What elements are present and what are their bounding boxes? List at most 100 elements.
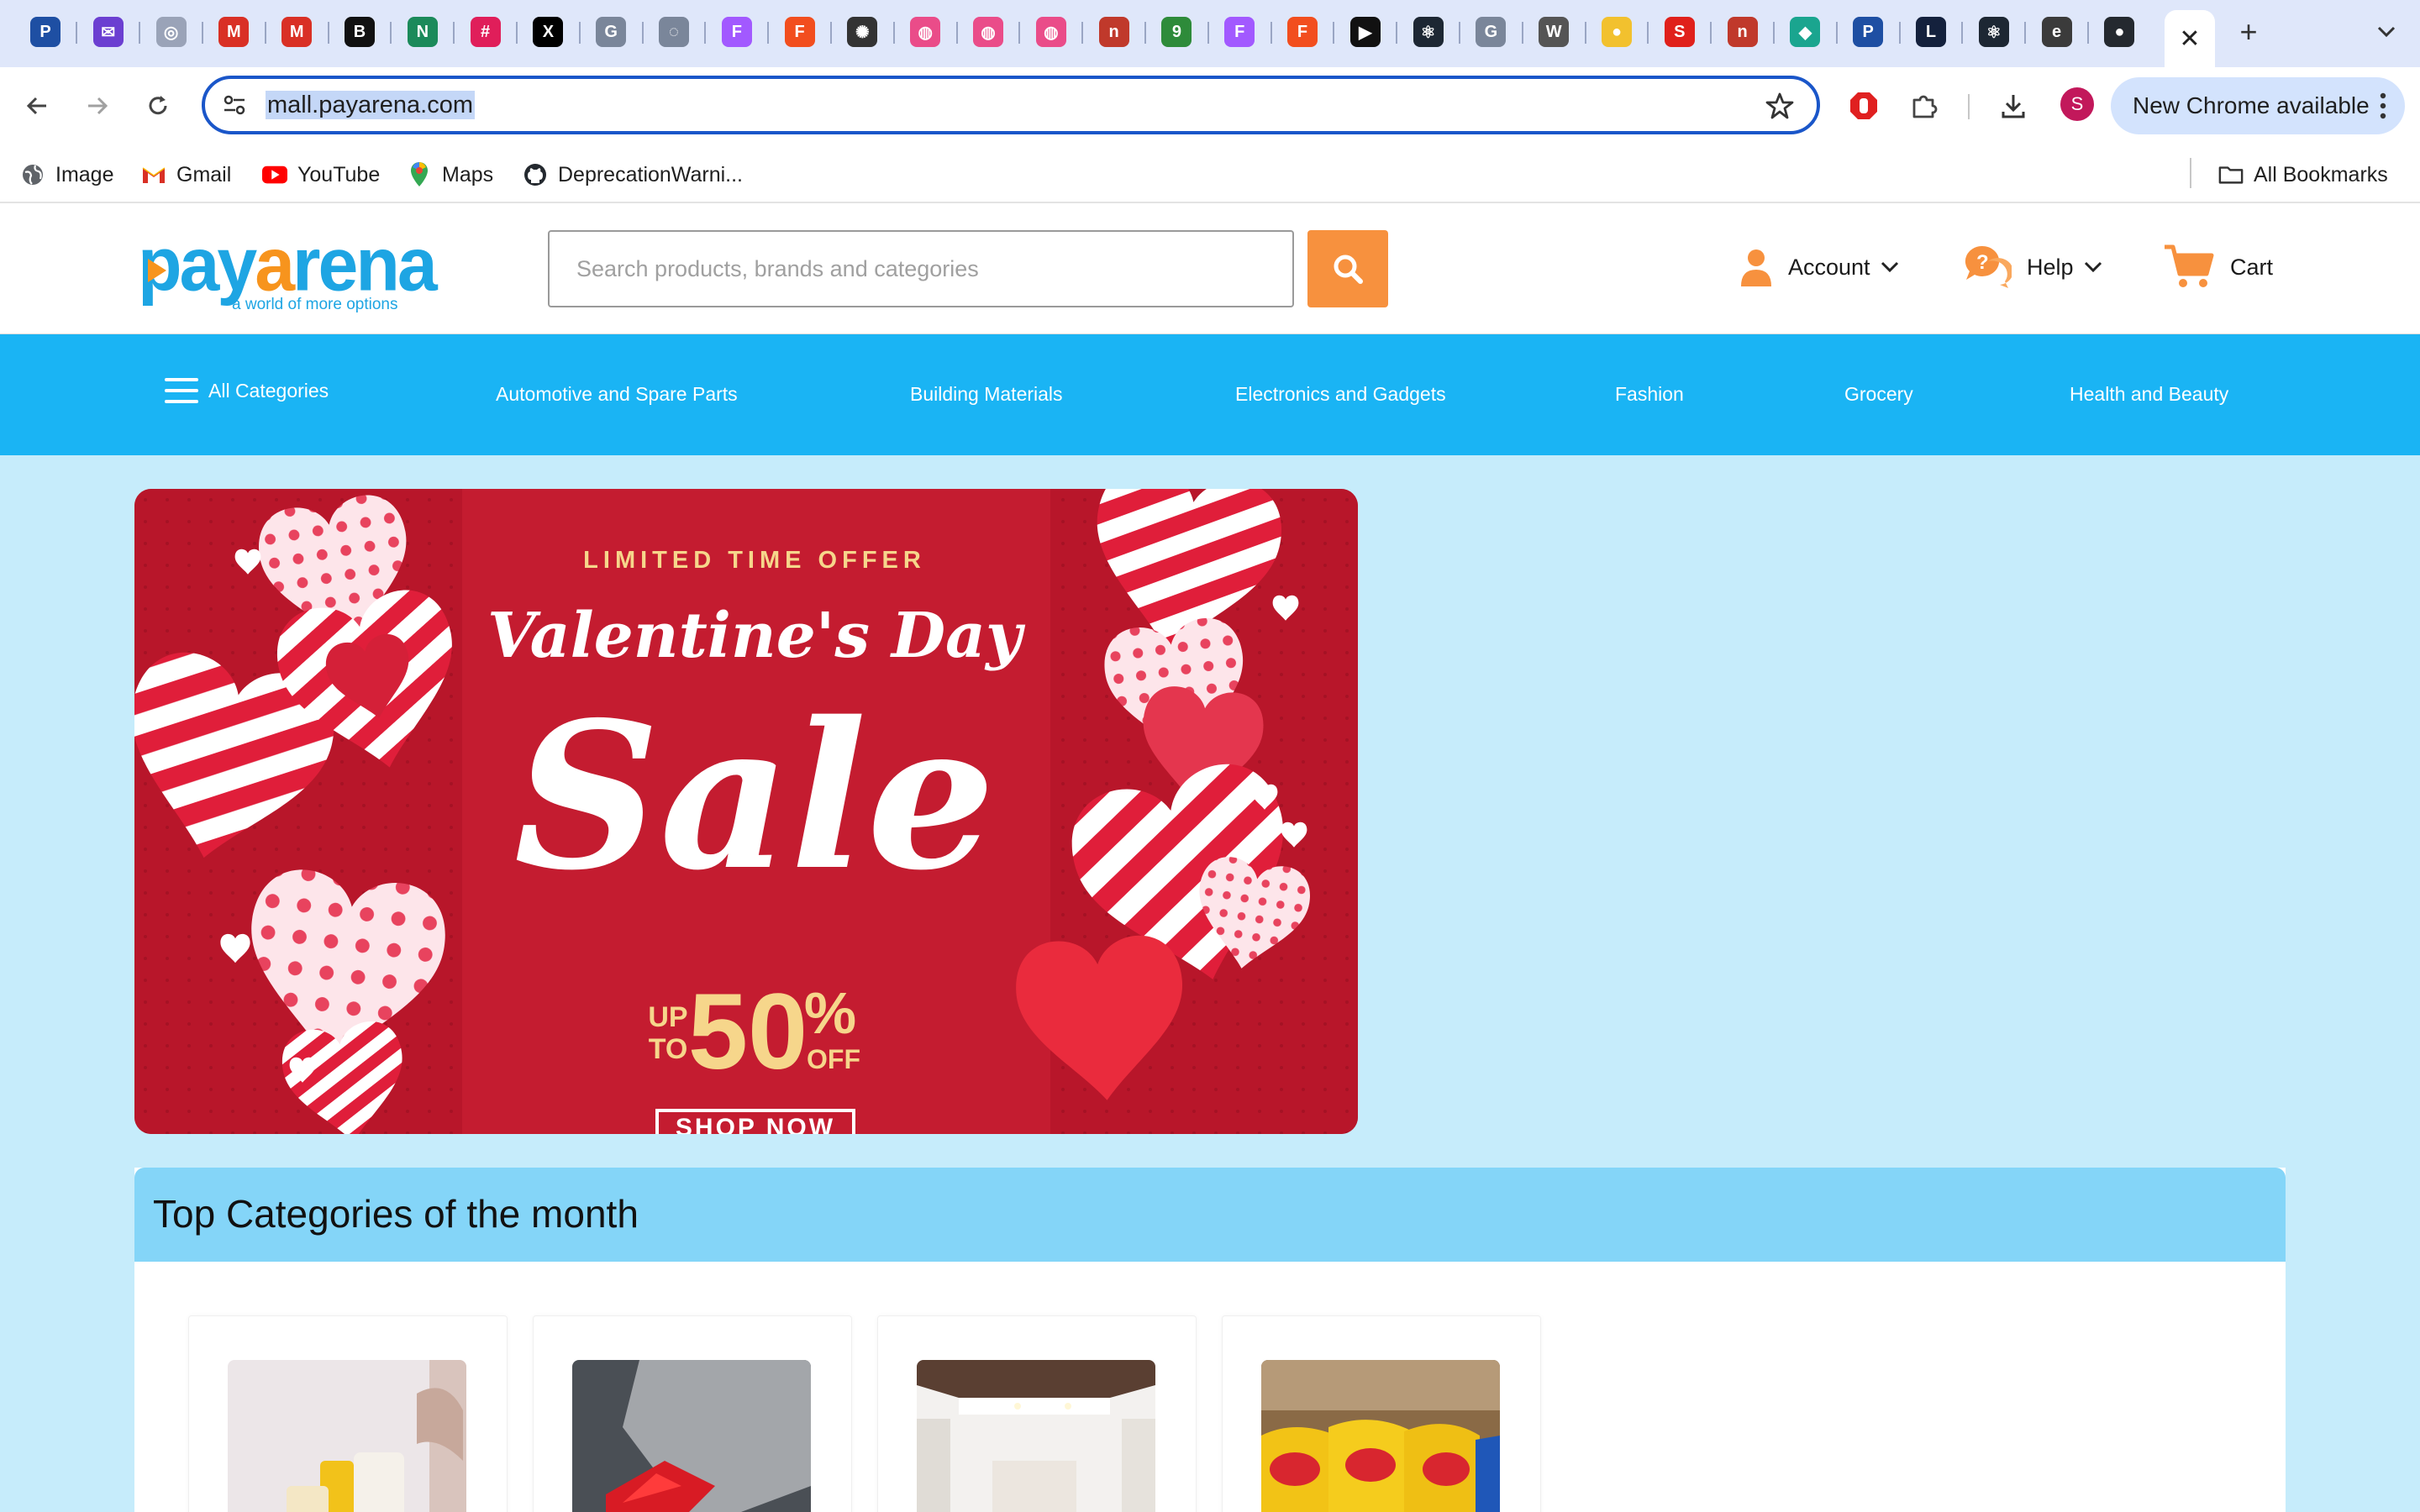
tab-search-button[interactable] bbox=[2370, 15, 2403, 49]
tab-separator bbox=[390, 22, 392, 44]
youtube-icon bbox=[262, 162, 287, 187]
bookmark-gmail[interactable]: Gmail bbox=[141, 160, 231, 190]
bank-icon[interactable]: ● bbox=[1602, 17, 1632, 47]
banner-percent-sign: % bbox=[804, 980, 856, 1046]
nav-health-beauty[interactable]: Health and Beauty bbox=[2070, 383, 2228, 406]
b-icon[interactable]: B bbox=[345, 17, 375, 47]
all-categories-button[interactable]: All Categories bbox=[165, 378, 329, 403]
diamond-icon[interactable]: ◆ bbox=[1790, 17, 1821, 47]
tab-separator bbox=[453, 22, 455, 44]
nav-automotive[interactable]: Automotive and Spare Parts bbox=[496, 383, 738, 406]
extensions-button[interactable] bbox=[1904, 86, 1944, 126]
active-tab[interactable]: ✕ bbox=[2165, 10, 2215, 67]
wikipedia-icon[interactable]: W bbox=[1539, 17, 1570, 47]
n-icon[interactable]: n bbox=[1098, 17, 1129, 47]
close-tab-icon[interactable]: ✕ bbox=[2179, 24, 2200, 54]
dribbble-icon[interactable]: ◍ bbox=[1035, 17, 1066, 47]
cart-link[interactable]: Cart bbox=[2163, 240, 2273, 294]
gmail-icon[interactable]: M bbox=[281, 17, 313, 47]
downloads-button[interactable] bbox=[1993, 86, 2033, 126]
payarena-icon[interactable]: P bbox=[30, 17, 60, 47]
bookmark-maps[interactable]: Maps bbox=[407, 160, 493, 190]
url-text[interactable]: mall.payarena.com bbox=[266, 91, 475, 119]
banner-percent-value: 50 bbox=[688, 972, 808, 1092]
e-icon[interactable]: e bbox=[2041, 17, 2072, 47]
nav-grocery[interactable]: Grocery bbox=[1844, 383, 1913, 406]
category-card[interactable] bbox=[533, 1315, 852, 1512]
category-card[interactable] bbox=[1222, 1315, 1541, 1512]
profile-avatar[interactable]: S bbox=[2060, 87, 2094, 121]
toolbar-divider bbox=[1968, 94, 1970, 119]
chrome-icon[interactable]: ◎ bbox=[155, 17, 187, 47]
address-bar[interactable]: mall.payarena.com bbox=[202, 76, 1820, 134]
adblock-extension-button[interactable] bbox=[1844, 86, 1884, 126]
9ja-icon[interactable]: 9 bbox=[1161, 17, 1192, 47]
payarena-logo[interactable]: payarena a world of more options bbox=[138, 227, 438, 313]
hamburger-icon bbox=[165, 378, 198, 403]
site-info-icon[interactable] bbox=[222, 92, 247, 118]
figma-icon[interactable]: F bbox=[1287, 17, 1318, 47]
tab-separator bbox=[830, 22, 832, 44]
search-input[interactable] bbox=[550, 232, 1292, 306]
n-icon[interactable]: n bbox=[1727, 17, 1758, 47]
globe-icon bbox=[20, 162, 45, 187]
help-label: Help bbox=[2027, 254, 2074, 280]
gmail-icon[interactable]: M bbox=[218, 17, 250, 47]
tab-separator bbox=[1018, 22, 1021, 44]
help-menu[interactable]: ? Help bbox=[1963, 240, 2102, 294]
bookmark-deprecation[interactable]: DeprecationWarni... bbox=[523, 160, 743, 190]
tab-separator bbox=[955, 22, 958, 44]
mail-icon[interactable]: ✉ bbox=[92, 17, 124, 47]
banner-to-text: TO bbox=[649, 1033, 688, 1065]
category-card[interactable] bbox=[188, 1315, 508, 1512]
new-tab-button[interactable]: + bbox=[2232, 15, 2265, 49]
help-chat-icon: ? bbox=[1963, 244, 2012, 290]
dribbble-icon[interactable]: ◍ bbox=[973, 17, 1003, 47]
n-icon[interactable]: N bbox=[407, 17, 438, 47]
figma-icon[interactable]: F bbox=[1224, 17, 1255, 47]
github-icon[interactable]: ● bbox=[2104, 17, 2135, 47]
site-icon[interactable]: ◌ bbox=[659, 17, 689, 47]
google-icon[interactable]: G bbox=[596, 17, 627, 47]
snacks-chips-photo bbox=[1261, 1360, 1500, 1512]
category-card[interactable] bbox=[877, 1315, 1197, 1512]
nav-fashion[interactable]: Fashion bbox=[1615, 383, 1684, 406]
payarena-icon[interactable]: P bbox=[1853, 17, 1884, 47]
react-icon[interactable]: ⚛ bbox=[1413, 17, 1444, 47]
figma-icon[interactable]: F bbox=[784, 17, 815, 47]
openai-icon[interactable]: ✺ bbox=[847, 17, 878, 47]
search-button[interactable] bbox=[1307, 230, 1388, 307]
interior-room-photo bbox=[917, 1360, 1155, 1512]
slack-icon[interactable]: # bbox=[470, 17, 501, 47]
tab-separator bbox=[139, 22, 141, 44]
tab-separator bbox=[767, 22, 770, 44]
tab-separator bbox=[704, 22, 707, 44]
nav-electronics[interactable]: Electronics and Gadgets bbox=[1235, 383, 1446, 406]
nav-building-materials[interactable]: Building Materials bbox=[910, 383, 1063, 406]
tab-separator bbox=[1081, 22, 1084, 44]
forward-button[interactable] bbox=[77, 86, 118, 126]
bookmark-image[interactable]: Image bbox=[20, 160, 113, 190]
play-icon[interactable]: ▶ bbox=[1349, 17, 1381, 47]
puzzle-icon bbox=[1912, 95, 1938, 118]
chrome-update-button[interactable]: New Chrome available bbox=[2111, 77, 2405, 134]
logo-wordmark: payarena bbox=[138, 222, 438, 307]
dribbble-icon[interactable]: ◍ bbox=[910, 17, 941, 47]
s-icon[interactable]: S bbox=[1664, 17, 1695, 47]
bookmark-youtube[interactable]: YouTube bbox=[262, 160, 380, 190]
reload-button[interactable] bbox=[138, 86, 178, 126]
figma-icon[interactable]: F bbox=[721, 17, 752, 47]
live-icon[interactable]: L bbox=[1916, 17, 1946, 47]
account-menu[interactable]: Account bbox=[1739, 240, 1899, 294]
google-icon[interactable]: G bbox=[1476, 17, 1507, 47]
all-bookmarks-button[interactable]: All Bookmarks bbox=[2218, 160, 2388, 190]
react-icon[interactable]: ⚛ bbox=[1978, 17, 2009, 47]
site-header: payarena a world of more options Account… bbox=[0, 203, 2420, 334]
bookmark-star-icon[interactable] bbox=[1765, 91, 1795, 121]
browser-toolbar: mall.payarena.com S New Chrome available bbox=[0, 67, 2420, 144]
more-menu-icon[interactable] bbox=[2380, 92, 2386, 119]
valentine-sale-banner[interactable]: LIMITED TIME OFFER Valentine's Day Sale … bbox=[134, 489, 1358, 1134]
tab-separator bbox=[516, 22, 518, 44]
x-icon[interactable]: X bbox=[533, 17, 564, 47]
back-button[interactable] bbox=[17, 86, 57, 126]
